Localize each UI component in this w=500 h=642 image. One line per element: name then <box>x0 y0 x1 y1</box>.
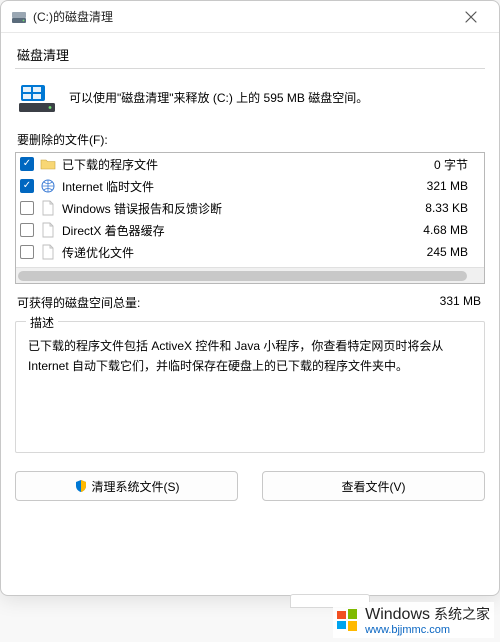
file-checkbox[interactable] <box>20 201 34 215</box>
total-value: 331 MB <box>440 294 481 311</box>
horizontal-scrollbar[interactable] <box>16 267 484 283</box>
watermark-sub: 系统之家 <box>434 604 490 624</box>
file-row[interactable]: 传递优化文件 245 MB <box>16 241 484 263</box>
window-title: (C:)的磁盘清理 <box>33 8 451 25</box>
file-name: DirectX 着色器缓存 <box>62 222 402 239</box>
drive-icon <box>11 9 27 25</box>
close-icon <box>465 11 477 23</box>
file-size: 245 MB <box>408 245 468 259</box>
clean-system-files-label: 清理系统文件(S) <box>92 478 180 495</box>
watermark-brand: Windows <box>365 606 430 624</box>
disk-cleanup-window: (C:)的磁盘清理 磁盘清理 <box>0 0 500 596</box>
button-row: 清理系统文件(S) 查看文件(V) <box>15 471 485 501</box>
file-size: 4.68 MB <box>408 223 468 237</box>
file-name: 传递优化文件 <box>62 244 402 261</box>
file-icon <box>40 244 56 260</box>
titlebar: (C:)的磁盘清理 <box>1 1 499 33</box>
file-list: 已下载的程序文件 0 字节 Internet 临时文件 321 MB Windows 错… <box>15 152 485 284</box>
file-row[interactable]: DirectX 着色器缓存 4.68 MB <box>16 219 484 241</box>
file-list-inner[interactable]: 已下载的程序文件 0 字节 Internet 临时文件 321 MB Windows 错… <box>16 153 484 283</box>
windows-logo-icon <box>337 609 359 631</box>
view-files-label: 查看文件(V) <box>342 478 406 495</box>
content-area: 磁盘清理 可以使用"磁盘清理"来释放 (C:) 上的 595 MB 磁盘空间。 <box>1 33 499 595</box>
clean-system-files-button[interactable]: 清理系统文件(S) <box>15 471 238 501</box>
folder-icon <box>40 156 56 172</box>
globe-icon <box>40 178 56 194</box>
intro-row: 可以使用"磁盘清理"来释放 (C:) 上的 595 MB 磁盘空间。 <box>15 81 485 125</box>
tab-panel: 可以使用"磁盘清理"来释放 (C:) 上的 595 MB 磁盘空间。 要删除的文… <box>15 68 485 581</box>
total-label: 可获得的磁盘空间总量: <box>17 294 440 311</box>
view-files-button[interactable]: 查看文件(V) <box>262 471 485 501</box>
file-checkbox[interactable] <box>20 157 34 171</box>
total-row: 可获得的磁盘空间总量: 331 MB <box>15 284 485 319</box>
watermark: Windows 系统之家 www.bjjmmc.com <box>333 602 494 638</box>
intro-text: 可以使用"磁盘清理"来释放 (C:) 上的 595 MB 磁盘空间。 <box>69 89 368 106</box>
file-size: 0 字节 <box>408 156 468 173</box>
close-button[interactable] <box>451 3 491 31</box>
scrollbar-thumb[interactable] <box>18 271 467 281</box>
shield-icon <box>74 479 88 493</box>
tab-disk-cleanup[interactable]: 磁盘清理 <box>15 41 485 68</box>
file-name: Windows 错误报告和反馈诊断 <box>62 200 402 217</box>
file-checkbox[interactable] <box>20 245 34 259</box>
file-size: 8.33 KB <box>408 201 468 215</box>
file-name: 已下载的程序文件 <box>62 156 402 173</box>
cleanup-drive-icon <box>19 81 55 113</box>
watermark-text-block: Windows 系统之家 www.bjjmmc.com <box>365 604 490 636</box>
file-row[interactable]: Internet 临时文件 321 MB <box>16 175 484 197</box>
file-name: Internet 临时文件 <box>62 178 402 195</box>
file-size: 321 MB <box>408 179 468 193</box>
description-box: 描述 已下载的程序文件包括 ActiveX 控件和 Java 小程序，你查看特定… <box>15 321 485 453</box>
file-icon <box>40 200 56 216</box>
file-row[interactable]: Windows 错误报告和反馈诊断 8.33 KB <box>16 197 484 219</box>
watermark-url: www.bjjmmc.com <box>365 624 490 636</box>
description-legend: 描述 <box>26 314 58 331</box>
file-icon <box>40 222 56 238</box>
files-label: 要删除的文件(F): <box>17 131 485 148</box>
description-text: 已下载的程序文件包括 ActiveX 控件和 Java 小程序，你查看特定网页时… <box>28 332 472 377</box>
file-row[interactable]: 已下载的程序文件 0 字节 <box>16 153 484 175</box>
file-checkbox[interactable] <box>20 179 34 193</box>
file-checkbox[interactable] <box>20 223 34 237</box>
